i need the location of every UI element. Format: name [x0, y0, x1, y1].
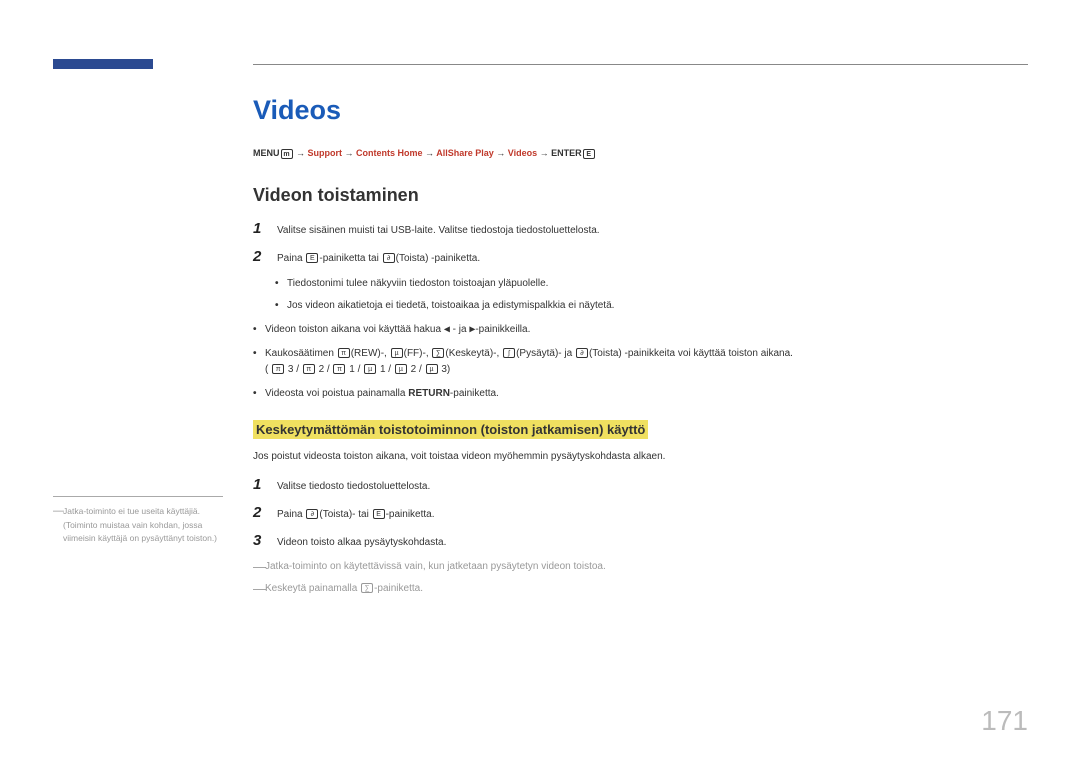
play-icon: ∂ [576, 348, 588, 358]
ff-icon: µ [395, 364, 407, 374]
dash-icon: ― [253, 560, 265, 573]
step-1: 1 Valitse sisäinen muisti tai USB-laite.… [253, 220, 1028, 238]
side-note-text: Jatka-toiminto ei tue useita käyttäjiä. … [63, 505, 223, 546]
outer-bullets: • Videon toiston aikana voi käyttää haku… [253, 322, 1028, 402]
footnote: ― Keskeytä painamalla ∑-painiketta. [253, 582, 1028, 596]
ff-icon: µ [391, 348, 403, 358]
step-number: 2 [253, 248, 277, 266]
step-text: Valitse sisäinen muisti tai USB-laite. V… [277, 220, 600, 238]
dash-icon: ― [253, 582, 265, 595]
paragraph: Jos poistut videosta toiston aikana, voi… [253, 449, 1028, 464]
highlight-heading: Keskeytymättömän toistotoiminnon (toisto… [253, 420, 648, 439]
ff-icon: µ [364, 364, 376, 374]
step-text: Paina ∂(Toista)- tai E-painiketta. [277, 504, 435, 522]
side-note: ― Jatka-toiminto ei tue useita käyttäjiä… [53, 496, 223, 546]
inner-bullets: •Tiedostonimi tulee näkyviin tiedoston t… [275, 276, 1028, 314]
enter-icon: E [583, 149, 595, 159]
step-2b: 2 Paina ∂(Toista)- tai E-painiketta. [253, 504, 1028, 522]
step-2: 2 Paina E-painiketta tai ∂(Toista) -pain… [253, 248, 1028, 266]
play-icon: ∂ [383, 253, 395, 263]
step-3b: 3 Videon toisto alkaa pysäytyskohdasta. [253, 532, 1028, 550]
step-number: 2 [253, 504, 277, 522]
step-number: 1 [253, 220, 277, 238]
bullet-item: • Videon toiston aikana voi käyttää haku… [253, 322, 1028, 338]
step-text: Videon toisto alkaa pysäytyskohdasta. [277, 532, 446, 550]
page-number: 171 [981, 705, 1028, 737]
step-number: 3 [253, 532, 277, 550]
footnote: ― Jatka-toiminto on käytettävissä vain, … [253, 560, 1028, 574]
bc-support: Support [308, 148, 343, 158]
bullet-item: • Videosta voi poistua painamalla RETURN… [253, 386, 1028, 402]
bc-videos: Videos [508, 148, 537, 158]
bullet-item: •Tiedostonimi tulee näkyviin tiedoston t… [275, 276, 1028, 292]
ff-icon: µ [426, 364, 438, 374]
dash-icon: ― [53, 505, 63, 517]
bullet-item: • Kaukosäätimen π(REW)-, µ(FF)-, ∑(Keske… [253, 346, 1028, 378]
breadcrumb: MENUm → Support → Contents Home → AllSha… [253, 148, 1028, 159]
enter-icon: E [373, 509, 385, 519]
rew-icon: π [272, 364, 284, 374]
enter-icon: E [306, 253, 318, 263]
bc-enter: ENTER [551, 148, 582, 158]
pause-icon: ∑ [432, 348, 444, 358]
step-1b: 1 Valitse tiedosto tiedostoluettelosta. [253, 476, 1028, 494]
bc-allshare: AllShare Play [436, 148, 494, 158]
menu-icon: m [281, 149, 293, 159]
bc-contents-home: Contents Home [356, 148, 423, 158]
step-text: Paina E-painiketta tai ∂(Toista) -painik… [277, 248, 480, 266]
step-text: Valitse tiedosto tiedostoluettelosta. [277, 476, 430, 494]
section-subtitle: Videon toistaminen [253, 185, 1028, 206]
page-title: Videos [253, 95, 1028, 126]
rew-icon: π [303, 364, 315, 374]
bc-menu: MENU [253, 148, 280, 158]
main-content: Videos MENUm → Support → Contents Home →… [253, 95, 1028, 604]
play-icon: ∂ [306, 509, 318, 519]
step-number: 1 [253, 476, 277, 494]
rew-icon: π [333, 364, 345, 374]
pause-icon: ∑ [361, 583, 373, 593]
header-divider [253, 64, 1028, 65]
stop-icon: ∫ [503, 348, 515, 358]
header-accent-bar [53, 59, 153, 69]
rew-icon: π [338, 348, 350, 358]
bullet-item: •Jos videon aikatietoja ei tiedetä, tois… [275, 298, 1028, 314]
